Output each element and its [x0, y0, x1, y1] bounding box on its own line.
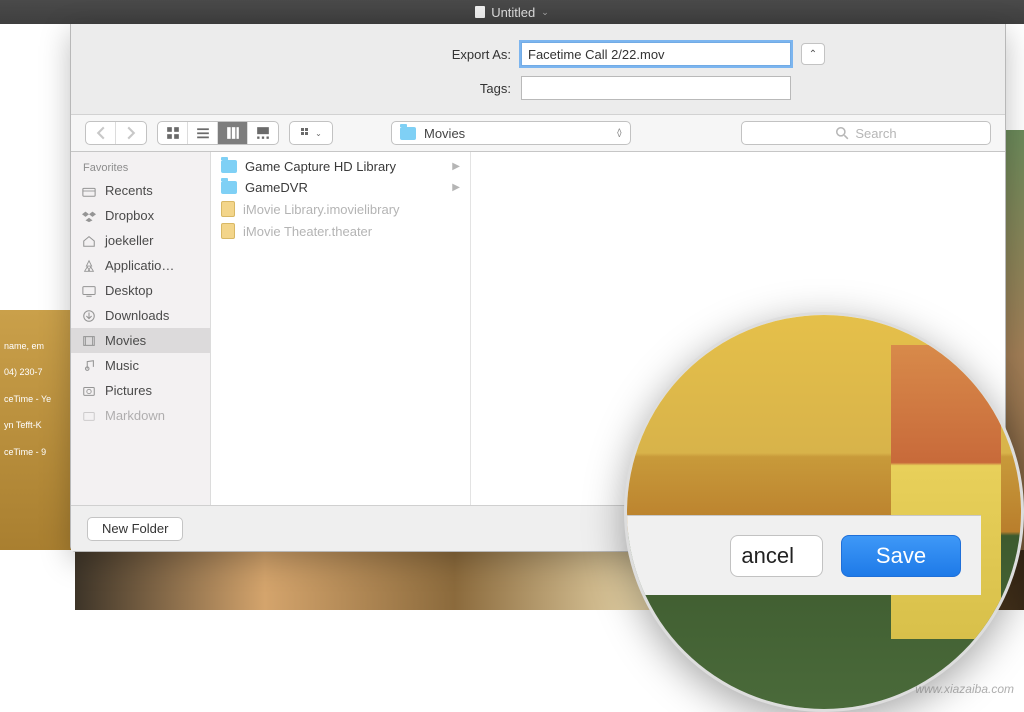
cancel-button[interactable]: ancel — [730, 535, 823, 577]
collapse-sheet-button[interactable]: ⌃ — [801, 43, 825, 65]
window-titlebar[interactable]: Untitled ⌄ — [0, 0, 1024, 24]
sidebar-item-markdown[interactable]: Markdown — [71, 403, 210, 428]
sidebar-item-movies[interactable]: Movies — [71, 328, 210, 353]
clock-icon — [81, 184, 97, 198]
sidebar-item-desktop[interactable]: Desktop — [71, 278, 210, 303]
chevron-down-icon: ⌄ — [315, 129, 322, 138]
sidebar: Favorites Recents Dropbox joekeller Appl… — [71, 152, 211, 505]
sidebar-item-label: Markdown — [105, 408, 165, 423]
list-item-label: iMovie Theater.theater — [243, 224, 372, 239]
list-item[interactable]: Game Capture HD Library ▶ — [211, 156, 470, 177]
finder-toolbar: ⌄ Movies ˄˅ Search — [71, 114, 1005, 152]
icon-view-button[interactable] — [158, 122, 188, 144]
sidebar-item-label: Recents — [105, 183, 153, 198]
save-button[interactable]: Save — [841, 535, 961, 577]
pictures-icon — [81, 384, 97, 398]
package-icon — [221, 201, 235, 217]
folder-icon — [400, 127, 416, 140]
grid-small-icon — [300, 127, 312, 139]
export-as-input[interactable] — [521, 42, 791, 66]
sidebar-item-label: Downloads — [105, 308, 169, 323]
location-popup[interactable]: Movies ˄˅ — [391, 121, 631, 145]
sidebar-item-downloads[interactable]: Downloads — [71, 303, 210, 328]
list-item[interactable]: GameDVR ▶ — [211, 177, 470, 198]
sidebar-item-label: joekeller — [105, 233, 153, 248]
tags-label: Tags: — [251, 81, 511, 96]
sidebar-item-home[interactable]: joekeller — [71, 228, 210, 253]
view-mode-segment — [157, 121, 279, 145]
facetime-text-peek: name, em 04) 230-7 ceTime - Ye yn Tefft-… — [0, 335, 70, 475]
forward-button[interactable] — [116, 122, 146, 144]
sidebar-item-applications[interactable]: Applicatio… — [71, 253, 210, 278]
sidebar-header: Favorites — [71, 158, 210, 178]
export-as-label: Export As: — [251, 47, 511, 62]
group-by-button[interactable]: ⌄ — [290, 122, 332, 144]
column-1: Game Capture HD Library ▶ GameDVR ▶ iMov… — [211, 152, 471, 505]
home-icon — [81, 234, 97, 248]
list-item-label: iMovie Library.imovielibrary — [243, 202, 400, 217]
list-item-label: GameDVR — [245, 180, 308, 195]
chevron-up-icon: ⌃ — [809, 49, 817, 60]
search-icon — [835, 126, 849, 140]
apps-icon — [81, 259, 97, 273]
list-icon — [196, 126, 210, 140]
sidebar-item-label: Music — [105, 358, 139, 373]
chevron-right-icon: ▶ — [452, 182, 460, 193]
movies-icon — [81, 334, 97, 348]
zoom-footer: ancel Save — [624, 515, 981, 595]
sidebar-item-dropbox[interactable]: Dropbox — [71, 203, 210, 228]
location-label: Movies — [424, 126, 465, 141]
back-button[interactable] — [86, 122, 116, 144]
tags-input[interactable] — [521, 76, 791, 100]
search-placeholder: Search — [855, 126, 896, 141]
package-icon — [221, 223, 235, 239]
export-fields: Export As: ⌃ Tags: — [71, 24, 1005, 114]
updown-icon: ˄˅ — [617, 129, 622, 137]
sidebar-item-recents[interactable]: Recents — [71, 178, 210, 203]
chevron-right-icon — [124, 126, 138, 140]
group-by-segment: ⌄ — [289, 121, 333, 145]
folder-icon — [221, 160, 237, 173]
column-view-button[interactable] — [218, 122, 248, 144]
folder-icon — [221, 181, 237, 194]
gallery-icon — [256, 126, 270, 140]
zoom-callout: ancel Save — [624, 312, 1024, 712]
columns-icon — [226, 126, 240, 140]
nav-back-forward — [85, 121, 147, 145]
list-item: iMovie Theater.theater — [211, 220, 470, 242]
chevron-down-icon: ⌄ — [541, 7, 549, 18]
chevron-right-icon: ▶ — [452, 161, 460, 172]
desktop-icon — [81, 284, 97, 298]
window-title: Untitled — [491, 5, 535, 20]
list-view-button[interactable] — [188, 122, 218, 144]
sidebar-item-pictures[interactable]: Pictures — [71, 378, 210, 403]
sidebar-item-label: Movies — [105, 333, 146, 348]
folder-icon — [81, 409, 97, 423]
list-item: iMovie Library.imovielibrary — [211, 198, 470, 220]
list-item-label: Game Capture HD Library — [245, 159, 396, 174]
chevron-left-icon — [94, 126, 108, 140]
sidebar-item-label: Pictures — [105, 383, 152, 398]
sidebar-item-label: Dropbox — [105, 208, 154, 223]
watermark: www.xiazaiba.com — [915, 682, 1014, 696]
sidebar-item-label: Desktop — [105, 283, 153, 298]
sidebar-item-label: Applicatio… — [105, 258, 174, 273]
gallery-view-button[interactable] — [248, 122, 278, 144]
grid-icon — [166, 126, 180, 140]
sidebar-item-music[interactable]: Music — [71, 353, 210, 378]
document-icon — [475, 6, 485, 18]
downloads-icon — [81, 309, 97, 323]
search-field[interactable]: Search — [741, 121, 991, 145]
dropbox-icon — [81, 209, 97, 223]
music-icon — [81, 359, 97, 373]
new-folder-button[interactable]: New Folder — [87, 517, 183, 541]
